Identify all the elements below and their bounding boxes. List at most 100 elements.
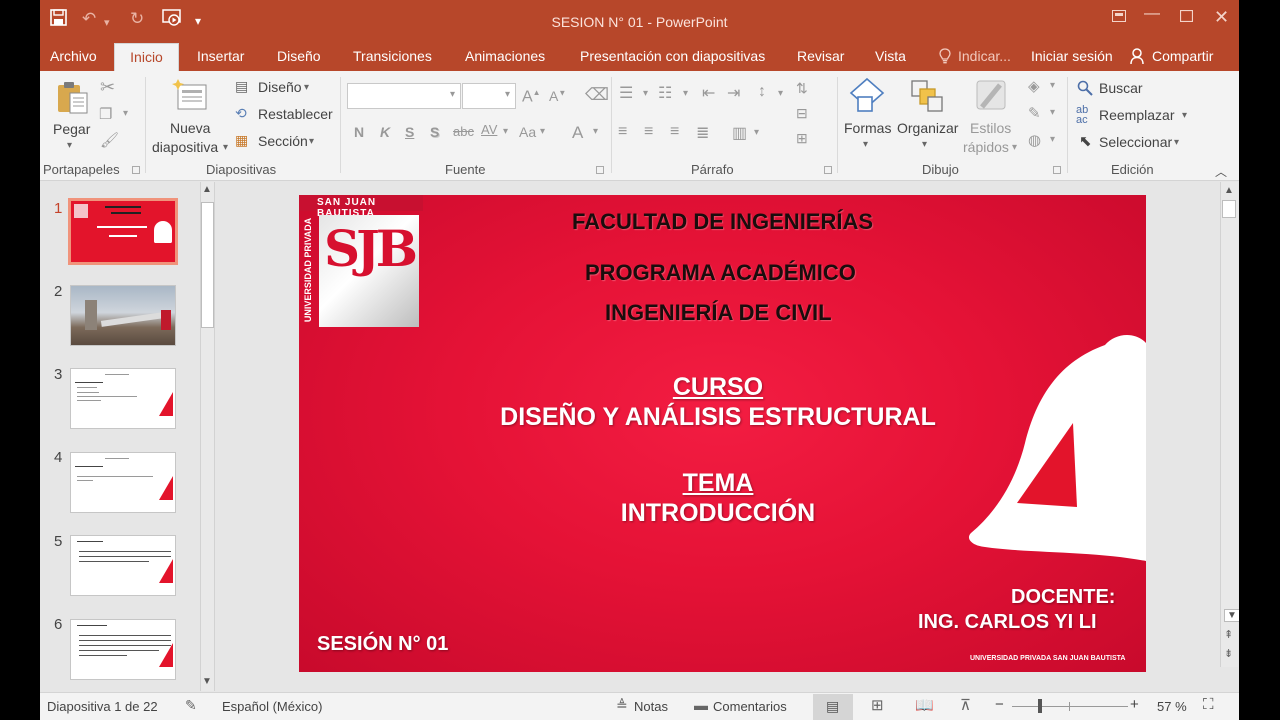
- columns-icon[interactable]: ▥: [732, 123, 747, 143]
- character-spacing-button[interactable]: AV: [481, 122, 497, 137]
- copy-icon[interactable]: ❐: [99, 105, 112, 123]
- slide-sorter-icon[interactable]: ⊞: [871, 696, 884, 714]
- spelling-check-icon[interactable]: ✎: [185, 697, 197, 714]
- zoom-level[interactable]: 57 %: [1157, 699, 1187, 714]
- numbering-icon[interactable]: ☷: [658, 83, 672, 103]
- select-dropdown-icon[interactable]: ▾: [1174, 137, 1179, 148]
- minimize-icon[interactable]: —: [1144, 5, 1160, 23]
- bullets-icon[interactable]: ☰: [619, 83, 633, 103]
- normal-view-button[interactable]: ▤: [813, 694, 853, 720]
- shape-effects-dropdown-icon[interactable]: ▾: [1050, 134, 1055, 145]
- copy-dropdown-icon[interactable]: ▾: [123, 108, 128, 119]
- scroll-up-icon[interactable]: ▲: [1224, 185, 1234, 196]
- thumbnail-slide-6[interactable]: [70, 619, 176, 680]
- shadow-button[interactable]: S: [430, 124, 439, 140]
- paste-icon[interactable]: [54, 79, 90, 118]
- grow-font-icon[interactable]: A▲: [522, 88, 541, 106]
- notes-button[interactable]: Notas: [634, 699, 668, 714]
- slide-scrollbar[interactable]: ▲ ▼ ⇞ ⇟: [1219, 182, 1239, 667]
- cut-icon[interactable]: ✂: [100, 77, 115, 98]
- thumbnail-slide-2[interactable]: [70, 285, 176, 346]
- shape-outline-dropdown-icon[interactable]: ▾: [1050, 107, 1055, 118]
- change-case-dropdown-icon[interactable]: ▾: [540, 126, 545, 137]
- strikethrough-button[interactable]: abc: [453, 124, 474, 139]
- char-spacing-dropdown-icon[interactable]: ▾: [503, 126, 508, 137]
- zoom-slider-thumb[interactable]: [1038, 699, 1042, 713]
- parrafo-launcher-icon[interactable]: [824, 166, 832, 174]
- comments-icon[interactable]: ▬: [694, 697, 708, 713]
- replace-button[interactable]: Reemplazar: [1099, 107, 1174, 123]
- shrink-font-icon[interactable]: A▼: [549, 88, 566, 104]
- language-indicator[interactable]: Español (México): [222, 699, 322, 714]
- thumbnail-slide-1[interactable]: [68, 198, 178, 265]
- scroll-down-icon[interactable]: ▼: [202, 676, 212, 687]
- shapes-dropdown-icon[interactable]: ▾: [863, 139, 868, 150]
- section-icon[interactable]: ▦: [235, 132, 248, 149]
- select-icon[interactable]: ⬉: [1079, 132, 1092, 150]
- quick-styles-icon[interactable]: [974, 77, 1010, 118]
- reading-view-icon[interactable]: 📖: [915, 696, 934, 714]
- underline-button[interactable]: S: [405, 124, 414, 140]
- tab-archivo[interactable]: Archivo: [50, 48, 97, 64]
- tab-transiciones[interactable]: Transiciones: [353, 48, 432, 64]
- thumbnail-slide-3[interactable]: [70, 368, 176, 429]
- clear-formatting-icon[interactable]: ⌫: [585, 85, 609, 105]
- portapapeles-launcher-icon[interactable]: [132, 166, 140, 174]
- align-center-icon[interactable]: ≡: [644, 123, 653, 141]
- layout-icon[interactable]: ▤: [235, 78, 248, 95]
- format-painter-icon[interactable]: 🖌: [100, 131, 119, 149]
- zoom-in-icon[interactable]: +: [1130, 696, 1139, 713]
- close-icon[interactable]: ✕: [1214, 7, 1229, 28]
- arrange-dropdown-icon[interactable]: ▾: [922, 139, 927, 150]
- font-name-combo[interactable]: [347, 83, 461, 109]
- section-dropdown-icon[interactable]: ▾: [309, 136, 314, 147]
- tab-insertar[interactable]: Insertar: [197, 48, 244, 64]
- thumbnail-slide-5[interactable]: [70, 535, 176, 596]
- tab-vista[interactable]: Vista: [875, 48, 906, 64]
- paste-dropdown-icon[interactable]: ▾: [67, 140, 72, 151]
- layout-dropdown-icon[interactable]: ▾: [304, 82, 309, 93]
- font-name-dropdown-icon[interactable]: ▾: [450, 89, 455, 100]
- font-color-dropdown-icon[interactable]: ▾: [593, 126, 598, 137]
- shape-effects-icon[interactable]: ◍: [1028, 131, 1041, 149]
- arrange-button[interactable]: Organizar: [897, 120, 958, 136]
- align-text-icon[interactable]: ⊟: [796, 105, 808, 122]
- shapes-icon[interactable]: [849, 77, 885, 118]
- quick-styles-label-2[interactable]: rápidos: [963, 139, 1009, 155]
- zoom-out-icon[interactable]: −: [995, 696, 1004, 713]
- tab-presentacion[interactable]: Presentación con diapositivas: [580, 48, 765, 64]
- new-slide-label-1[interactable]: Nueva: [170, 120, 210, 136]
- reset-button[interactable]: Restablecer: [258, 106, 333, 122]
- reset-icon[interactable]: ⟲: [235, 105, 247, 122]
- fuente-launcher-icon[interactable]: [596, 166, 604, 174]
- replace-dropdown-icon[interactable]: ▾: [1182, 110, 1187, 121]
- text-direction-icon[interactable]: ⇅: [796, 80, 808, 97]
- dibujo-launcher-icon[interactable]: [1053, 166, 1061, 174]
- paste-button[interactable]: Pegar: [53, 121, 90, 137]
- tell-me-search[interactable]: Indicar...: [958, 48, 1011, 64]
- comments-button[interactable]: Comentarios: [713, 699, 787, 714]
- previous-slide-icon[interactable]: ⇞: [1224, 628, 1233, 641]
- bold-button[interactable]: N: [354, 124, 364, 140]
- tab-diseno[interactable]: Diseño: [277, 48, 321, 64]
- new-slide-label-2[interactable]: diapositiva: [152, 139, 218, 155]
- find-icon[interactable]: [1077, 80, 1093, 99]
- align-right-icon[interactable]: ≡: [670, 123, 679, 141]
- increase-indent-icon[interactable]: ⇥: [727, 83, 740, 103]
- new-slide-icon[interactable]: [172, 77, 210, 116]
- quick-styles-dropdown-icon[interactable]: ▾: [1012, 142, 1017, 153]
- new-slide-dropdown-icon[interactable]: ▾: [223, 142, 228, 153]
- quick-styles-label-1[interactable]: Estilos: [970, 120, 1011, 136]
- numbering-dropdown-icon[interactable]: ▾: [683, 88, 688, 99]
- line-spacing-icon[interactable]: ↕: [758, 83, 766, 101]
- thumbnails-scrollbar[interactable]: ▲ ▼: [199, 182, 216, 691]
- font-color-icon[interactable]: A: [572, 123, 583, 143]
- font-size-dropdown-icon[interactable]: ▾: [505, 89, 510, 100]
- decrease-indent-icon[interactable]: ⇤: [702, 83, 715, 103]
- tab-inicio[interactable]: Inicio: [114, 43, 179, 71]
- line-spacing-dropdown-icon[interactable]: ▾: [778, 88, 783, 99]
- tab-animaciones[interactable]: Animaciones: [465, 48, 545, 64]
- notes-icon[interactable]: ≜: [616, 697, 628, 714]
- shapes-button[interactable]: Formas: [844, 120, 891, 136]
- shape-outline-icon[interactable]: ✎: [1028, 104, 1041, 122]
